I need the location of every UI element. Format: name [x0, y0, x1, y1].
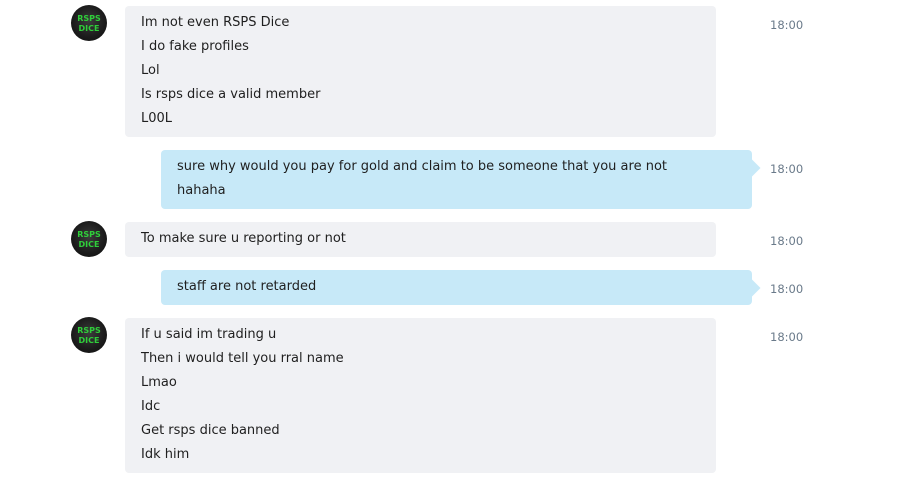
message-line: Im not even RSPS Dice	[141, 15, 290, 30]
message-timestamp: 18:00	[770, 18, 804, 32]
message-bubble-outgoing[interactable]: sure why would you pay for gold and clai…	[161, 150, 752, 209]
message-line: If u said im trading u	[141, 327, 277, 342]
avatar[interactable]: RSPS DICE	[71, 317, 107, 353]
message-timestamp: 18:00	[770, 234, 804, 248]
message-line: Idk him	[141, 447, 190, 462]
message-line: Idc	[141, 399, 161, 414]
message-line: staff are not retarded	[177, 279, 317, 294]
svg-text:DICE: DICE	[79, 24, 100, 33]
avatar[interactable]: RSPS DICE	[71, 5, 107, 41]
rsps-dice-logo-icon: RSPS DICE	[77, 230, 101, 249]
message-bubble-incoming[interactable]: If u said im trading u Then i would tell…	[125, 318, 716, 473]
svg-text:RSPS: RSPS	[77, 14, 101, 23]
message-line: I do fake profiles	[141, 39, 249, 54]
svg-text:RSPS: RSPS	[77, 230, 101, 239]
message-line: hahaha	[177, 183, 226, 198]
message-line: Then i would tell you rral name	[141, 351, 344, 366]
svg-text:DICE: DICE	[79, 336, 100, 345]
message-bubble-incoming[interactable]: Im not even RSPS Dice I do fake profiles…	[125, 6, 716, 137]
message-line: Lmao	[141, 375, 177, 390]
rsps-dice-logo-icon: RSPS DICE	[77, 14, 101, 33]
message-timestamp: 18:00	[770, 330, 804, 344]
avatar[interactable]: RSPS DICE	[71, 221, 107, 257]
message-line: L00L	[141, 111, 173, 126]
rsps-dice-logo-icon: RSPS DICE	[77, 326, 101, 345]
message-line: To make sure u reporting or not	[141, 231, 346, 246]
message-timestamp: 18:00	[770, 162, 804, 176]
svg-text:RSPS: RSPS	[77, 326, 101, 335]
message-bubble-outgoing[interactable]: staff are not retarded	[161, 270, 752, 305]
message-timestamp: 18:00	[770, 282, 804, 296]
message-line: sure why would you pay for gold and clai…	[177, 159, 667, 174]
message-line: Get rsps dice banned	[141, 423, 280, 438]
message-line: Is rsps dice a valid member	[141, 87, 321, 102]
message-bubble-incoming[interactable]: To make sure u reporting or not	[125, 222, 716, 257]
message-line: Lol	[141, 63, 160, 78]
svg-text:DICE: DICE	[79, 240, 100, 249]
